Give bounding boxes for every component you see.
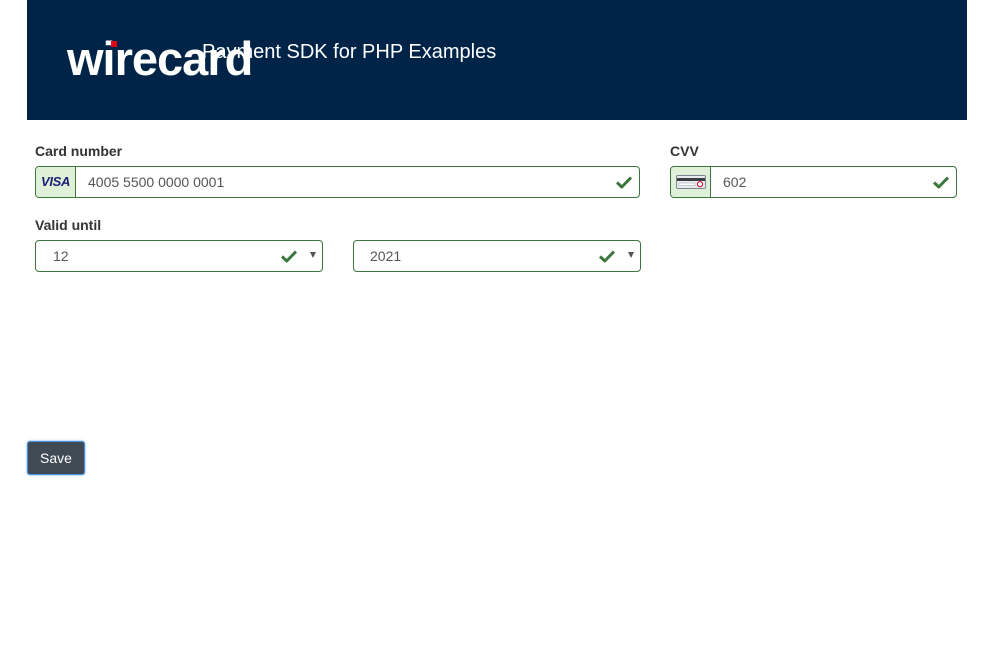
logo-red-dot [111,41,117,47]
expiry-month-value: 12 [53,248,69,264]
cvv-field[interactable] [670,166,957,198]
page-title: Payment SDK for PHP Examples [202,41,497,63]
expiry-month-select[interactable]: 12 [35,240,323,272]
card-brand-addon: VISA [36,167,76,197]
card-cvv-icon [676,175,706,189]
check-icon [616,176,632,189]
expiry-year-value: 2021 [370,248,402,264]
valid-until-label: Valid until [35,217,102,233]
check-icon [281,250,297,263]
expiry-year-select[interactable]: 2021 [353,240,641,272]
card-number-field[interactable]: VISA [35,166,640,198]
card-number-input[interactable] [88,167,588,197]
check-icon [933,176,949,189]
cvv-addon [671,167,711,197]
check-icon [599,250,615,263]
visa-icon: VISA [41,174,71,189]
page-header: wirecard Payment SDK for PHP Examples [27,0,967,120]
cvv-label: CVV [670,143,699,159]
caret-down-icon [310,252,316,258]
cvv-input[interactable] [723,167,923,197]
save-button[interactable]: Save [27,441,85,475]
caret-down-icon [628,252,634,258]
card-number-label: Card number [35,143,123,159]
